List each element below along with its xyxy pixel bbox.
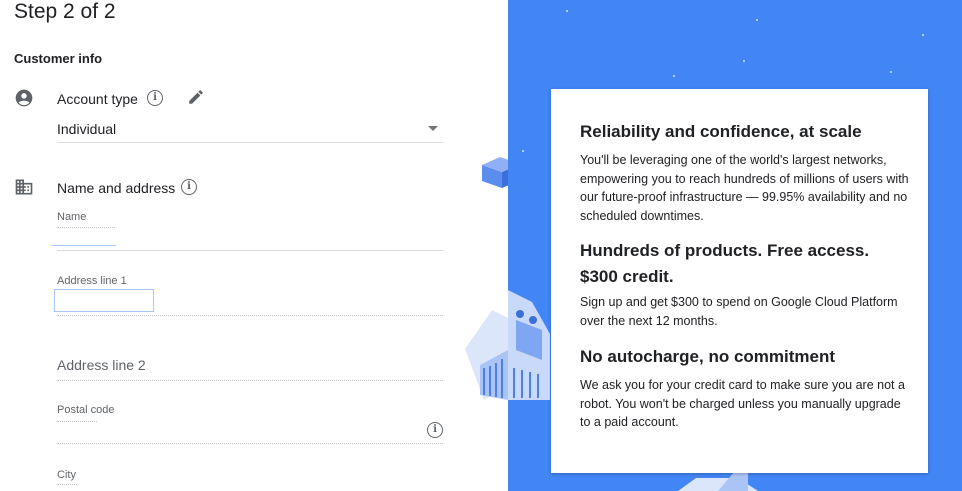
city-label-underline — [57, 484, 77, 485]
account-type-label: Account type — [57, 91, 138, 107]
name-underline — [57, 250, 443, 251]
name-and-address-label: Name and address — [57, 180, 176, 196]
promo-body-products: Sign up and get $300 to spend on Google … — [580, 295, 898, 328]
speck — [566, 10, 568, 12]
account-type-info-icon[interactable]: i — [147, 90, 163, 106]
form-panel: Step 2 of 2 Customer info Account type i… — [0, 0, 508, 491]
pencil-icon[interactable] — [187, 88, 205, 106]
speck — [522, 150, 524, 152]
promo-heading-autocharge: No autocharge, no commitment — [580, 347, 836, 366]
postal-code-label: Postal code — [57, 404, 115, 416]
speck — [922, 34, 924, 36]
account-circle-icon — [15, 89, 33, 107]
city-label: City — [57, 469, 76, 481]
name-field-label: Name — [57, 211, 87, 223]
step-title: Step 2 of 2 — [14, 0, 116, 23]
name-label-underline — [57, 227, 115, 228]
address-line1-label: Address line 1 — [57, 275, 127, 287]
address-line1-input[interactable] — [54, 289, 154, 312]
promo-heading-reliability: Reliability and confidence, at scale — [580, 122, 862, 141]
postal-label-underline — [57, 421, 97, 422]
postal-code-info-icon[interactable]: i — [427, 422, 443, 438]
section-title: Customer info — [14, 51, 103, 66]
building-icon — [15, 179, 33, 195]
promo-card: Reliability and confidence, at scale You… — [551, 89, 928, 473]
speck — [756, 19, 758, 21]
isometric-illustration-bottom — [678, 472, 758, 491]
speck — [673, 75, 675, 77]
speck — [743, 60, 745, 62]
dropdown-arrow-icon — [428, 126, 438, 131]
promo-body-autocharge: We ask you for your credit card to make … — [580, 378, 905, 429]
speck — [890, 71, 892, 73]
isometric-illustration-left — [465, 157, 508, 400]
address-line1-underline — [57, 315, 443, 316]
address-info-icon[interactable]: i — [181, 179, 197, 195]
address-line2-underline — [57, 380, 443, 381]
promo-heading-products: Hundreds of products. Free access. $300 … — [580, 241, 870, 286]
account-type-value: Individual — [57, 121, 117, 137]
account-type-underline — [57, 142, 443, 143]
promo-body-reliability: You'll be leveraging one of the world's … — [580, 153, 909, 223]
postal-code-underline — [57, 443, 443, 444]
address-line2-placeholder: Address line 2 — [57, 357, 146, 373]
name-focus-line — [52, 245, 116, 246]
